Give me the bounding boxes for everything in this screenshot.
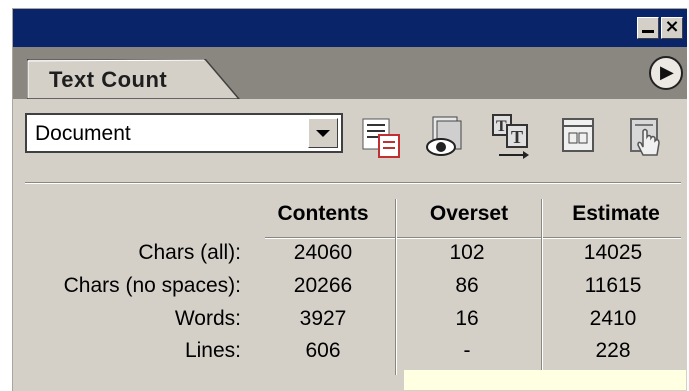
panel-menu-button[interactable]: ▶	[649, 56, 683, 90]
hand-pointer-icon	[630, 118, 660, 156]
cell-overset: 16	[455, 307, 479, 330]
cell-estimate: 228	[595, 339, 631, 362]
cell-overset: 86	[455, 274, 479, 297]
scope-select[interactable]: Document	[25, 113, 343, 153]
row-label: Chars (all):	[138, 241, 241, 264]
tab-text-count[interactable]: Text Count	[27, 59, 241, 99]
cell-contents: 606	[305, 339, 341, 362]
play-arrow-icon: ▶	[660, 62, 674, 83]
text-flow-button[interactable]: T T	[489, 113, 535, 161]
cell-contents: 24060	[293, 241, 353, 264]
dropdown-arrow-button[interactable]	[308, 118, 338, 148]
column-divider	[395, 199, 397, 375]
cell-estimate: 2410	[589, 307, 637, 330]
header-contents: Contents	[277, 202, 369, 225]
page-frame-button[interactable]	[557, 113, 603, 161]
row-label: Lines:	[184, 339, 241, 362]
column-divider	[541, 199, 543, 375]
page-frame-icon	[562, 118, 594, 152]
cell-estimate: 14025	[583, 241, 643, 264]
header-divider	[265, 237, 681, 239]
text-list-button[interactable]	[359, 113, 405, 161]
tooltip-strip	[404, 370, 686, 390]
header-overset: Overset	[429, 202, 509, 225]
cell-overset: 102	[449, 241, 485, 264]
text-list-icon	[362, 118, 400, 158]
row-label: Words:	[174, 307, 241, 330]
chevron-down-icon	[316, 130, 330, 137]
svg-text:T: T	[511, 127, 523, 147]
cell-contents: 20266	[293, 274, 353, 297]
tab-label: Text Count	[49, 67, 168, 92]
minimize-button[interactable]	[637, 17, 659, 39]
row-label: Chars (no spaces):	[63, 274, 241, 297]
text-count-panel: × Text Count ▶ Document T T Contents Ove…	[12, 8, 687, 391]
hand-tool-button[interactable]	[623, 113, 669, 161]
close-button[interactable]: ×	[661, 17, 683, 39]
svg-text:T: T	[496, 118, 507, 135]
tab-strip: Text Count ▶	[13, 47, 687, 99]
panel-titlebar[interactable]: ×	[13, 9, 687, 47]
preview-button[interactable]	[423, 113, 469, 161]
cell-estimate: 11615	[584, 274, 642, 297]
preview-eye-icon	[426, 116, 462, 156]
cell-overset: -	[463, 339, 471, 362]
cell-contents: 3927	[299, 307, 347, 330]
scope-select-value: Document	[35, 122, 131, 145]
header-estimate: Estimate	[572, 202, 660, 225]
close-icon: ×	[664, 16, 680, 37]
minimize-icon	[642, 30, 654, 33]
text-flow-icon: T T	[492, 114, 529, 159]
toolbar-separator	[25, 182, 681, 184]
